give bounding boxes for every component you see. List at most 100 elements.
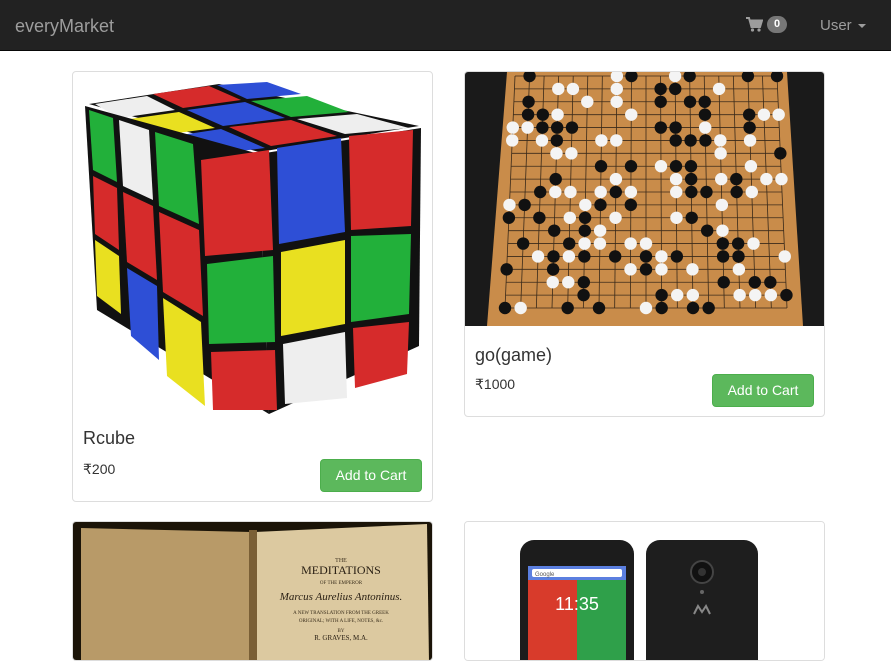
book-line: Marcus Aurelius Antoninus.	[279, 591, 403, 603]
go-stone	[744, 160, 758, 173]
add-to-cart-button[interactable]: Add to Cart	[712, 374, 814, 407]
cart-button[interactable]: 0	[746, 16, 788, 33]
go-stone	[550, 121, 564, 134]
go-stone	[592, 301, 606, 315]
go-stone	[717, 276, 730, 289]
go-stone	[655, 263, 668, 276]
user-dropdown[interactable]: User	[820, 17, 866, 34]
book-line: ORIGINAL; WITH A LIFE, NOTES, &c.	[299, 619, 383, 624]
go-stone	[772, 108, 785, 121]
go-stone	[716, 237, 729, 250]
go-stone	[549, 185, 562, 199]
go-stone	[745, 185, 758, 199]
go-stone	[565, 121, 579, 134]
book-line: OF THE EMPEROR	[320, 581, 363, 586]
product-name: Rcube	[83, 428, 136, 448]
go-stone	[685, 211, 698, 224]
go-stone	[764, 276, 777, 289]
go-stone	[743, 134, 757, 147]
go-stone	[732, 250, 745, 263]
go-stone	[715, 198, 729, 212]
go-stone	[716, 250, 730, 263]
go-stone	[547, 250, 560, 263]
product-card-rcube: Rcube ₹200 Add to Cart	[72, 71, 433, 502]
go-stone	[670, 185, 683, 199]
go-stone	[518, 198, 531, 212]
go-stone	[609, 172, 623, 186]
go-stone	[500, 263, 513, 276]
go-stone	[654, 121, 668, 134]
go-stone	[702, 301, 715, 315]
rubiks-cube-image[interactable]	[79, 74, 427, 414]
go-stone	[550, 147, 563, 160]
go-board-image[interactable]	[465, 72, 825, 326]
brand-link[interactable]: everyMarket	[15, 15, 114, 37]
go-stone	[514, 301, 527, 315]
shopping-cart-icon	[746, 17, 763, 32]
go-stone	[548, 224, 561, 237]
go-stone	[546, 263, 560, 276]
add-to-cart-button[interactable]: Add to Cart	[320, 459, 422, 492]
go-stone	[578, 237, 591, 250]
go-stone	[684, 172, 698, 186]
go-stone	[774, 147, 787, 160]
go-stone	[639, 250, 653, 263]
go-stone	[562, 250, 576, 263]
go-stone	[700, 224, 714, 237]
go-stone	[714, 134, 727, 147]
go-stone	[503, 198, 516, 212]
go-stone	[733, 288, 746, 302]
go-stone	[698, 108, 712, 121]
go-stone	[563, 237, 576, 250]
go-stone	[712, 82, 726, 96]
go-stone	[654, 160, 668, 173]
go-stone	[593, 237, 607, 250]
go-stone	[578, 250, 591, 263]
go-stone	[506, 134, 519, 147]
go-stone	[535, 134, 549, 147]
go-stone	[669, 134, 682, 147]
go-stone	[757, 108, 771, 121]
book-line: A NEW TRANSLATION FROM THE GREEK	[293, 611, 389, 616]
go-stone	[594, 185, 607, 199]
go-stone	[764, 288, 778, 302]
go-stone	[578, 224, 592, 237]
go-stone	[610, 95, 623, 108]
product-price: ₹200	[83, 461, 116, 477]
go-stone	[699, 134, 712, 147]
go-stone	[550, 134, 564, 147]
go-stone	[506, 121, 519, 134]
go-stone	[730, 185, 743, 199]
go-stone	[610, 134, 623, 147]
go-stone	[549, 172, 562, 186]
go-stone	[775, 172, 788, 186]
go-stone	[749, 288, 762, 302]
go-stone	[521, 108, 535, 121]
go-stone	[552, 82, 565, 96]
go-stone	[577, 276, 591, 289]
go-stone	[655, 250, 668, 263]
go-stone	[684, 160, 698, 173]
go-stone	[609, 211, 622, 224]
go-stone	[577, 288, 590, 302]
go-stone	[498, 301, 512, 315]
phone-image[interactable]: Google 11:35	[465, 522, 825, 661]
go-stone	[624, 198, 638, 212]
product-name: go(game)	[475, 345, 553, 365]
book-image[interactable]: THE MEDITATIONS OF THE EMPEROR Marcus Au…	[73, 522, 433, 661]
phone-clock: 11:35	[555, 594, 599, 614]
go-stone	[595, 134, 608, 147]
book-line: R. GRAVES, M.A.	[314, 634, 368, 642]
product-card-phone: Google 11:35	[464, 521, 825, 661]
go-stone	[551, 108, 564, 121]
go-stone	[684, 134, 697, 147]
go-stone	[639, 263, 653, 276]
go-stone	[534, 185, 547, 199]
go-stone	[609, 185, 622, 199]
go-stone	[624, 263, 637, 276]
go-stone	[683, 95, 697, 108]
go-stone	[671, 288, 684, 302]
go-stone	[742, 108, 756, 121]
go-stone	[565, 147, 578, 160]
go-stone	[531, 250, 545, 263]
